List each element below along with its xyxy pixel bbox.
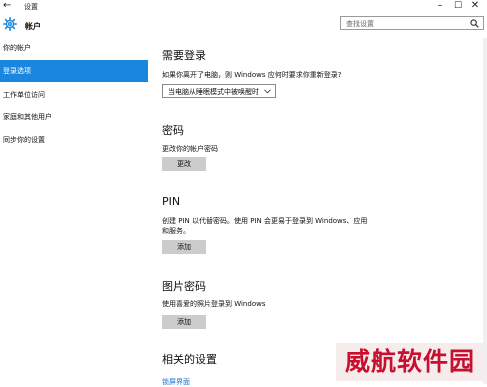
require-signin-dropdown[interactable]: 当电脑从睡眠模式中被唤醒时	[162, 84, 276, 98]
section-heading-password: 密码	[162, 124, 184, 137]
sidebar-item-label: 工作单位访问	[3, 91, 45, 99]
add-pin-button[interactable]: 添加	[162, 240, 206, 254]
search-placeholder: 查找设置	[346, 20, 374, 28]
change-password-button[interactable]: 更改	[162, 157, 206, 171]
maximize-icon[interactable]: ☐	[451, 0, 465, 12]
chevron-down-icon	[264, 89, 271, 94]
watermark-logo: 威航软件园	[336, 343, 484, 381]
sidebar-item-your-account[interactable]: 你的帐户	[0, 37, 148, 59]
close-icon[interactable]: ✕	[468, 0, 482, 12]
title-bar: ← 设置 – ☐ ✕	[0, 0, 487, 14]
sidebar-item-label: 同步你的设置	[3, 136, 45, 144]
sidebar-item-signin-options[interactable]: 登录选项	[0, 60, 148, 82]
sidebar-item-family[interactable]: 家庭和其他用户	[0, 106, 148, 128]
pin-desc-line2: 和服务。	[162, 227, 190, 235]
minimize-icon[interactable]: –	[433, 0, 447, 12]
sidebar-item-label: 登录选项	[3, 67, 31, 75]
add-picture-password-button[interactable]: 添加	[162, 315, 206, 329]
sidebar-item-label: 家庭和其他用户	[3, 113, 52, 121]
gear-icon	[3, 17, 17, 31]
pin-desc-line1: 创建 PIN 以代替密码。使用 PIN 会更易于登录到 Windows、应用	[162, 217, 368, 225]
require-signin-question: 如果你离开了电脑，则 Windows 应何时要求你重新登录?	[162, 71, 342, 79]
section-heading-picture-password: 图片密码	[162, 280, 206, 293]
sidebar-item-work-access[interactable]: 工作单位访问	[0, 84, 148, 106]
sidebar-item-label: 你的帐户	[3, 44, 31, 52]
dropdown-value: 当电脑从睡眠模式中被唤醒时	[168, 88, 259, 96]
section-heading-pin: PIN	[162, 195, 181, 208]
scrollbar[interactable]	[483, 38, 487, 384]
search-icon[interactable]	[470, 19, 479, 28]
section-heading-related: 相关的设置	[162, 353, 217, 366]
search-input[interactable]: 查找设置	[340, 16, 484, 30]
password-desc: 更改你的帐户密码	[162, 145, 218, 153]
back-arrow-icon[interactable]: ←	[3, 1, 11, 11]
sidebar-item-sync[interactable]: 同步你的设置	[0, 129, 148, 151]
page-title: 帐户	[25, 22, 41, 31]
lock-screen-link[interactable]: 锁屏界面	[162, 377, 190, 387]
window-title: 设置	[24, 3, 38, 11]
section-heading-require-signin: 需要登录	[162, 49, 206, 62]
picture-password-desc: 使用喜爱的照片登录到 Windows	[162, 300, 266, 308]
